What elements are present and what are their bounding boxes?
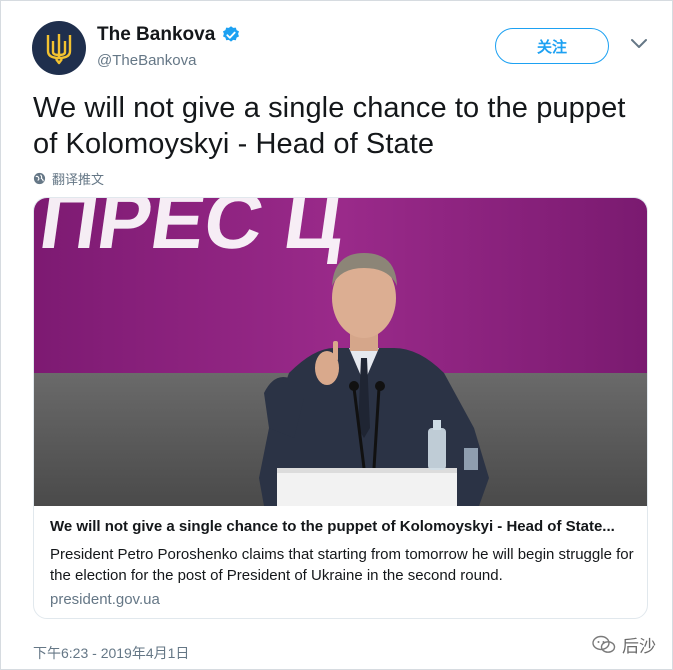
watermark-label: 后沙 [622, 637, 656, 656]
card-description: President Petro Poroshenko claims that s… [50, 546, 634, 584]
avatar[interactable] [32, 21, 86, 75]
timestamp[interactable]: 下午6:23 - 2019年4月1日 [33, 643, 189, 663]
follow-button[interactable]: 关注 [495, 28, 609, 64]
link-card[interactable]: ПРЕС Ц We will not give a single chance … [33, 197, 648, 619]
translate-label: 翻译推文 [52, 172, 105, 187]
handle[interactable]: @TheBankova [97, 52, 196, 69]
backdrop-text: ПРЕС Ц [34, 198, 349, 266]
card-domain: president.gov.ua [50, 591, 160, 608]
verified-badge-icon [223, 26, 240, 42]
tweet-text: We will not give a single chance to the … [33, 92, 626, 160]
watermark: 后沙 [592, 632, 656, 657]
author-name-row: The Bankova [97, 24, 241, 46]
card-image[interactable]: ПРЕС Ц [34, 198, 648, 506]
globe-icon [33, 172, 46, 185]
ukraine-trident-icon [46, 34, 72, 65]
chevron-down-icon[interactable] [630, 38, 648, 50]
translate-tweet-link[interactable]: 翻译推文 [33, 169, 104, 188]
wechat-icon [592, 635, 616, 653]
card-title: We will not give a single chance to the … [50, 518, 615, 535]
display-name[interactable]: The Bankova [97, 24, 215, 46]
